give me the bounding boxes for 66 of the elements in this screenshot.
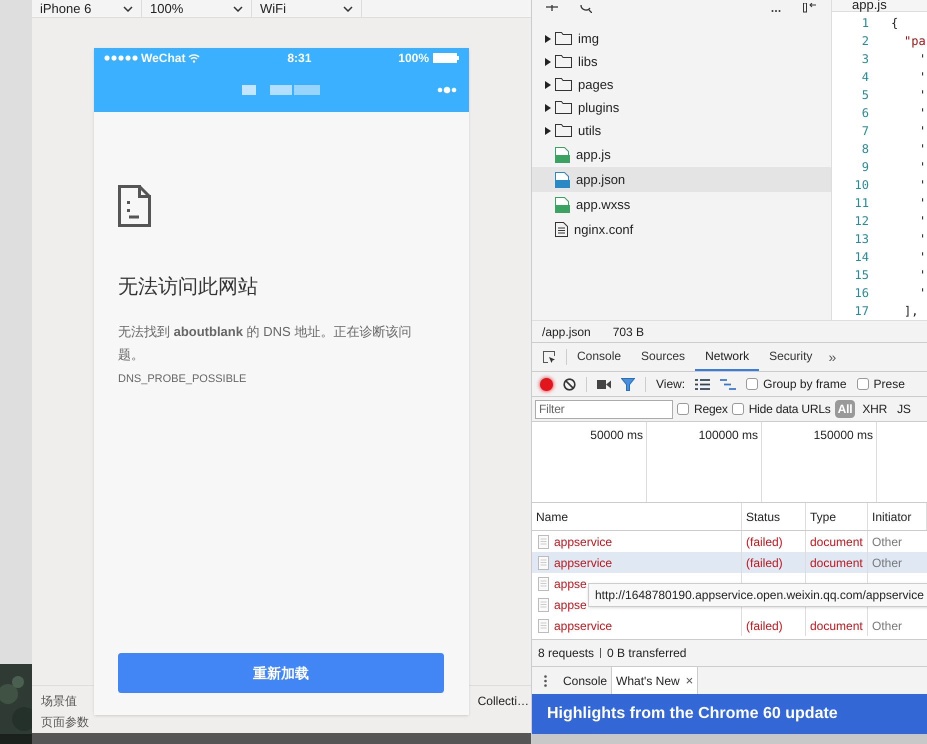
request-status: (failed) — [746, 554, 783, 572]
checkbox-label: Prese — [874, 376, 905, 393]
line-number: 4 — [860, 69, 869, 86]
line-number: 3 — [860, 51, 869, 68]
line-number: 16 — [854, 285, 869, 302]
line-number: 2 — [860, 33, 869, 50]
line-number: 13 — [854, 231, 869, 248]
error-message: 无法找到 aboutblank 的 DNS 地址。正在诊断该问题。 — [118, 323, 412, 364]
line-number: 5 — [860, 87, 869, 104]
file-size: 703 B — [612, 324, 644, 340]
code-text: ' — [918, 249, 926, 266]
battery-text: 100% — [398, 50, 429, 67]
code-text: "pa — [903, 33, 926, 50]
code-text: ' — [918, 267, 926, 284]
error-title: 无法访问此网站 — [118, 275, 259, 300]
request-count: 8 requests — [538, 645, 594, 662]
line-number: 10 — [854, 177, 869, 194]
carrier-text: WeChat — [141, 50, 186, 67]
code-text: ], — [903, 303, 918, 320]
code-text: ' — [918, 177, 926, 194]
clock-text: 8:31 — [287, 50, 312, 67]
checkbox-label: Group by frame — [763, 376, 847, 393]
code-text: ' — [918, 231, 926, 248]
line-number: 6 — [860, 105, 869, 122]
request-type: document — [810, 618, 863, 634]
code-text: ' — [918, 123, 926, 140]
code-text: ' — [918, 51, 926, 68]
request-initiator: Other — [872, 618, 902, 634]
line-number: 7 — [860, 123, 869, 140]
request-initiator: Other — [872, 554, 902, 572]
line-number: 12 — [854, 213, 869, 230]
update-banner: Highlights from the Chrome 60 update — [532, 694, 927, 734]
checkbox-label: Hide data URLs — [748, 401, 831, 418]
request-initiator: Other — [872, 534, 902, 550]
line-number: 14 — [854, 249, 869, 266]
panel-text: Collecti… — [478, 693, 529, 710]
code-text: ' — [918, 87, 926, 104]
code-text: ' — [918, 195, 926, 212]
panel-label: 场景值 — [41, 693, 78, 710]
line-number: 15 — [854, 267, 869, 284]
line-number: 9 — [860, 159, 869, 176]
panel-label: 页面参数 — [41, 714, 89, 731]
line-number: 1 — [860, 15, 869, 32]
url-tooltip: http://1648780190.appservice.open.weixin.qq.com/appservice — [588, 583, 927, 607]
request-status: (failed) — [746, 618, 783, 634]
error-code: DNS_PROBE_POSSIBLE — [118, 372, 248, 387]
file-path: /app.json — [542, 324, 591, 340]
code-text: ' — [918, 105, 926, 122]
code-text: ' — [918, 69, 926, 86]
code-text: ' — [918, 141, 926, 158]
timeline-tick: 50000 ms — [590, 427, 643, 444]
line-number: 17 — [854, 303, 869, 320]
request-type: document — [810, 554, 863, 572]
line-number: 11 — [854, 195, 869, 212]
transfer-size: 0 B transferred — [607, 645, 686, 662]
timeline-tick: 100000 ms — [698, 427, 758, 444]
code-text: ' — [918, 285, 926, 302]
line-number: 8 — [860, 141, 869, 158]
request-type: document — [810, 534, 863, 550]
timeline-tick: 150000 ms — [814, 427, 873, 444]
code-text: { — [891, 15, 898, 32]
code-text: ' — [918, 159, 926, 176]
checkbox-label: Regex — [694, 401, 728, 418]
request-status: (failed) — [746, 534, 783, 550]
code-text: ' — [918, 213, 926, 230]
view-label: View: — [656, 376, 686, 393]
